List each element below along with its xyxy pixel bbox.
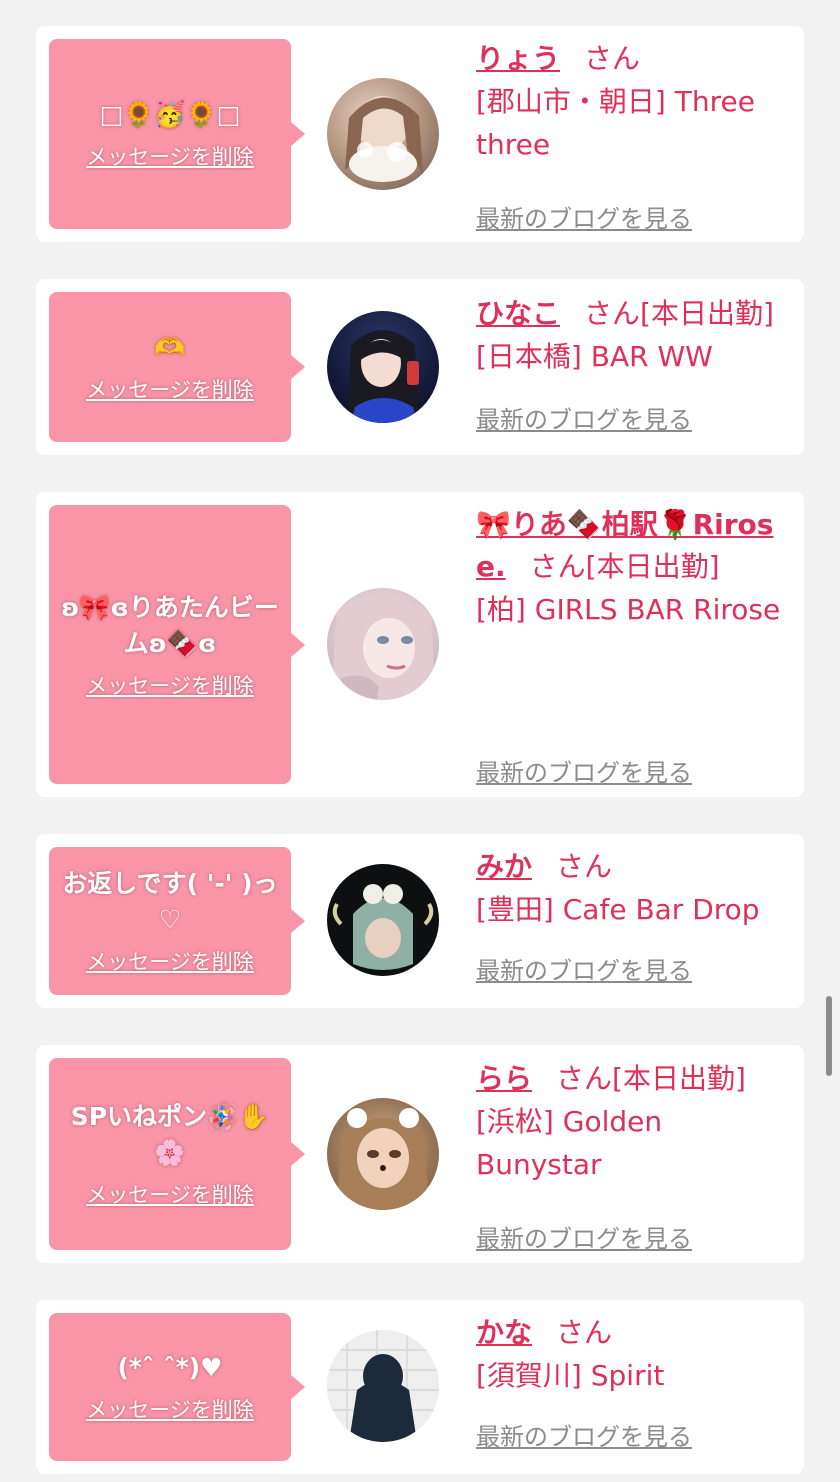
message-text: SPいねポン🪅✋🌸 [70,1102,270,1167]
name-line: りょう さん [476,38,786,80]
avatar-photo [345,96,423,182]
message-card: □🌻🥳🌻□ メッセージを削除 りょう さん [郡山市・朝日] Three thre… [36,26,804,242]
honorific: さん [556,850,613,883]
message-text: (*ˆ ˆ*)♥ [117,1353,223,1382]
shop-info: [郡山市・朝日] Three three [476,85,755,161]
avatar[interactable] [327,588,439,700]
shop-info: [豊田] Cafe Bar Drop [476,893,760,926]
honorific: さん [556,1062,613,1095]
delete-message-link[interactable]: メッセージを削除 [86,946,254,976]
shop-info: [日本橋] BAR WW [476,340,713,373]
latest-blog-link[interactable]: 最新のブログを見る [476,403,692,437]
latest-blog-link[interactable]: 最新のブログを見る [476,1420,692,1454]
message-bubble: ʚ🎀ɞりあたんビームʚ🍫ɞ メッセージを削除 [49,505,305,784]
shop-info: [柏] GIRLS BAR Rirose [476,593,781,626]
cast-info: ひなこ さん[本日出勤] [日本橋] BAR WW 最新のブログを見る [476,293,786,434]
avatar[interactable] [327,1330,439,1442]
message-text: お返しです( '-' )っ♡ [62,869,278,934]
message-bubble: 🫶 メッセージを削除 [49,292,305,442]
honorific: さん [556,1316,613,1349]
honorific: さん [584,42,641,75]
avatar-photo [347,330,419,423]
latest-blog-link[interactable]: 最新のブログを見る [476,202,692,236]
delete-message-link[interactable]: メッセージを削除 [86,670,254,700]
name-line: 🎀りあ🍫柏駅🌹Rirose. さん[本日出勤] [476,504,786,588]
message-bubble: お返しです( '-' )っ♡ メッセージを削除 [49,847,305,995]
message-text: □🌻🥳🌻□ [99,100,241,129]
cast-info: らら さん[本日出勤] [浜松] Golden Bunystar 最新のブログを見… [476,1058,786,1253]
cast-info: みか さん [豊田] Cafe Bar Drop 最新のブログを見る [476,846,786,985]
message-card: ʚ🎀ɞりあたんビームʚ🍫ɞ メッセージを削除 🎀りあ🍫柏駅🌹Rirose. さん[… [36,492,804,797]
cast-name-link[interactable]: みか [476,850,532,883]
avatar-photo [337,1108,429,1210]
name-line: らら さん[本日出勤] [476,1058,786,1100]
avatar-photo [332,884,434,970]
message-text: 🫶 [154,333,186,362]
work-status: [本日出勤] [640,297,774,330]
cast-info: かな さん [須賀川] Spirit 最新のブログを見る [476,1312,786,1451]
avatar[interactable] [327,1098,439,1210]
delete-message-link[interactable]: メッセージを削除 [86,374,254,404]
shop-info: [須賀川] Spirit [476,1359,665,1392]
message-card: (*ˆ ˆ*)♥ メッセージを削除 かな さん [須賀川] Spirit 最新のブ… [36,1300,804,1474]
cast-info: 🎀りあ🍫柏駅🌹Rirose. さん[本日出勤] [柏] GIRLS BAR Rir… [476,504,786,787]
avatar-photo [331,595,435,700]
avatar-photo [327,1330,439,1442]
honorific: さん [584,297,641,330]
message-bubble: □🌻🥳🌻□ メッセージを削除 [49,39,305,229]
name-line: かな さん [476,1312,786,1354]
shop-info: [浜松] Golden Bunystar [476,1105,663,1181]
avatar[interactable] [327,78,439,190]
latest-blog-link[interactable]: 最新のブログを見る [476,1222,692,1256]
cast-name-link[interactable]: ひなこ [476,297,560,330]
message-card: 🫶 メッセージを削除 ひなこ さん[本日出勤] [日本橋] BAR WW 最新のブ… [36,279,804,455]
cast-name-link[interactable]: らら [476,1062,532,1095]
message-card: お返しです( '-' )っ♡ メッセージを削除 みか さん [豊田] Cafe B… [36,834,804,1008]
cast-name-link[interactable]: りょう [476,42,560,75]
latest-blog-link[interactable]: 最新のブログを見る [476,954,692,988]
name-line: ひなこ さん[本日出勤] [476,293,786,335]
latest-blog-link[interactable]: 最新のブログを見る [476,756,692,790]
work-status: [本日出勤] [585,550,720,583]
delete-message-link[interactable]: メッセージを削除 [86,1394,254,1424]
avatar[interactable] [327,864,439,976]
scrollbar[interactable] [826,996,832,1076]
message-text: ʚ🎀ɞりあたんビームʚ🍫ɞ [61,592,279,658]
avatar[interactable] [327,311,439,423]
name-line: みか さん [476,846,786,888]
delete-message-link[interactable]: メッセージを削除 [86,141,254,171]
message-card: SPいねポン🪅✋🌸 メッセージを削除 らら さん[本日出勤] [浜松] Golde… [36,1045,804,1263]
work-status: [本日出勤] [612,1062,746,1095]
message-bubble: (*ˆ ˆ*)♥ メッセージを削除 [49,1313,305,1461]
message-bubble: SPいねポン🪅✋🌸 メッセージを削除 [49,1058,305,1250]
delete-message-link[interactable]: メッセージを削除 [86,1179,254,1209]
honorific: さん [529,550,586,583]
cast-info: りょう さん [郡山市・朝日] Three three 最新のブログを見る [476,38,786,233]
cast-name-link[interactable]: かな [476,1316,532,1349]
